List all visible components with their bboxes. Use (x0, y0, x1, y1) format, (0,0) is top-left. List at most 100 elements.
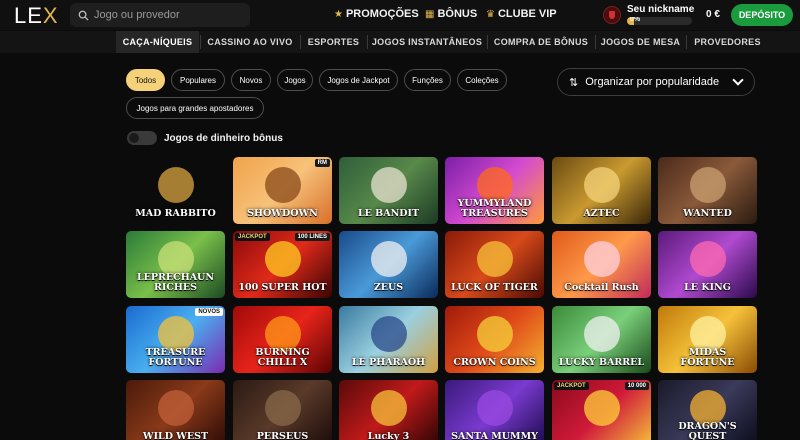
tab-table-games[interactable]: JOGOS DE MESA (596, 31, 685, 53)
game-tile[interactable]: LE PHARAOH (339, 306, 438, 373)
game-tile[interactable]: BURNING CHILLI X (233, 306, 332, 373)
tab-instant-games[interactable]: JOGOS INSTANTÂNEOS (368, 31, 486, 53)
game-badge: RM (314, 159, 330, 167)
game-title: WILD WEST (142, 431, 209, 440)
game-artwork (584, 241, 620, 277)
filter-new[interactable]: Novos (231, 69, 271, 91)
game-tile[interactable]: ZEUS (339, 231, 438, 298)
game-artwork (265, 390, 301, 426)
filter-high-rollers[interactable]: Jogos para grandes apostadores (126, 97, 264, 119)
game-tile[interactable]: AZTEC (552, 157, 651, 224)
tab-bonus-buy[interactable]: COMPRA DE BÔNUS (488, 31, 594, 53)
filter-popular[interactable]: Populares (171, 69, 225, 91)
game-artwork (584, 167, 620, 203)
game-tile[interactable]: WANTED (658, 157, 757, 224)
top-bar: LEX ★PROMOÇÕES ▦BÔNUS ♛CLUBE VIP Seu nic… (0, 0, 800, 30)
logo-text: LE (14, 3, 43, 28)
game-title: PERSEUS (256, 431, 309, 440)
tab-sports[interactable]: ESPORTES (301, 31, 366, 53)
game-artwork (690, 167, 726, 203)
game-title: LE PHARAOH (351, 357, 426, 368)
game-tile[interactable]: DRAGON'S QUEST (658, 380, 757, 440)
chevron-down-icon (732, 74, 744, 86)
gift-icon: ▦ (425, 8, 435, 20)
game-artwork (584, 316, 620, 352)
sort-dropdown[interactable]: ⇅ Organizar por popularidade (557, 68, 755, 96)
game-tile[interactable]: Lucky 3 (339, 380, 438, 440)
tab-slots[interactable]: CAÇA-NÍQUEIS (116, 31, 199, 53)
game-title: WANTED (683, 208, 732, 219)
deposit-button[interactable]: DEPÓSITO (731, 4, 793, 26)
sort-icon: ⇅ (569, 76, 579, 89)
game-tile[interactable]: YUMMYLAND TREASURES (445, 157, 544, 224)
search-input[interactable] (94, 9, 244, 21)
game-title: LUCK OF TIGER (451, 282, 538, 293)
nav-label: BÔNUS (437, 8, 478, 20)
game-artwork (371, 390, 407, 426)
game-tile[interactable]: WILD WEST (126, 380, 225, 440)
filter-jackpot[interactable]: Jogos de Jackpot (319, 69, 398, 91)
game-tile[interactable]: TREASURE FORTUNE NOVOS (126, 306, 225, 373)
game-tile[interactable]: MIDAS FORTUNE (658, 306, 757, 373)
bonus-money-toggle[interactable] (127, 131, 157, 145)
game-title: AZTEC (583, 208, 620, 219)
game-title: CROWN COINS (453, 357, 536, 368)
lex-logo[interactable]: LEX (14, 3, 59, 29)
game-badge: 100 LINES (294, 233, 330, 241)
game-title: DRAGON'S QUEST (678, 421, 737, 440)
game-tile[interactable]: LUCKY BARREL (552, 306, 651, 373)
game-tile[interactable]: SHOWDOWN RM (233, 157, 332, 224)
game-artwork (371, 167, 407, 203)
game-title: SANTA MUMMY (451, 431, 538, 440)
filter-all[interactable]: Todos (126, 69, 165, 91)
search-box[interactable] (70, 3, 250, 27)
game-artwork (158, 390, 194, 426)
game-tile[interactable]: MAD RABBITO (126, 157, 225, 224)
jackpot-badge: JACKPOT (235, 233, 270, 241)
game-tile[interactable]: JACKPOT 10 000 (552, 380, 651, 440)
game-title: LE KING (684, 282, 731, 293)
user-nickname: Seu nickname (627, 4, 695, 15)
game-title: LEPRECHAUN RICHES (136, 272, 215, 293)
progress-text: 0% (630, 17, 641, 23)
avatar[interactable] (603, 6, 621, 24)
game-badge: 10 000 (624, 382, 649, 390)
game-artwork (265, 167, 301, 203)
game-tile[interactable]: SANTA MUMMY (445, 380, 544, 440)
user-info: Seu nickname 0% (627, 4, 694, 25)
nav-vip-club[interactable]: ♛ CLUBE VIP (486, 8, 557, 20)
balance: 0 € (706, 9, 720, 20)
search-icon (78, 10, 89, 21)
game-title: ZEUS (373, 282, 404, 293)
filter-games[interactable]: Jogos (277, 69, 313, 91)
game-title: Cocktail Rush (564, 282, 639, 293)
game-title: YUMMYLAND TREASURES (457, 198, 532, 219)
game-tile[interactable]: 100 SUPER HOT JACKPOT 100 LINES (233, 231, 332, 298)
game-title: LE BANDIT (357, 208, 420, 219)
vip-progress-bar: 0% (627, 17, 692, 25)
category-tabs: CAÇA-NÍQUEIS CASSINO AO VIVO ESPORTES JO… (0, 31, 800, 53)
game-tile[interactable]: CROWN COINS (445, 306, 544, 373)
game-tile[interactable]: Cocktail Rush (552, 231, 651, 298)
game-tile[interactable]: PERSEUS (233, 380, 332, 440)
bonus-money-label: Jogos de dinheiro bônus (164, 132, 283, 144)
game-tile[interactable]: LEPRECHAUN RICHES (126, 231, 225, 298)
game-artwork (265, 241, 301, 277)
user-profile[interactable]: Seu nickname 0% (603, 4, 694, 25)
nav-bonus[interactable]: ▦ BÔNUS (425, 8, 477, 20)
filter-collections[interactable]: Coleções (457, 69, 507, 91)
game-artwork (477, 241, 513, 277)
crown-icon: ♛ (486, 8, 495, 20)
nav-label: PROMOÇÕES (345, 8, 419, 20)
game-title: Lucky 3 (367, 431, 410, 440)
tab-live-casino[interactable]: CASSINO AO VIVO (201, 31, 299, 53)
filter-features[interactable]: Funções (404, 69, 451, 91)
game-tile[interactable]: LUCK OF TIGER (445, 231, 544, 298)
game-title: MAD RABBITO (135, 208, 216, 219)
game-artwork (371, 316, 407, 352)
game-artwork (690, 241, 726, 277)
nav-promotions[interactable]: ★ PROMOÇÕES (334, 8, 419, 20)
game-tile[interactable]: LE BANDIT (339, 157, 438, 224)
tab-providers[interactable]: PROVEDORES (687, 31, 768, 53)
game-tile[interactable]: LE KING (658, 231, 757, 298)
